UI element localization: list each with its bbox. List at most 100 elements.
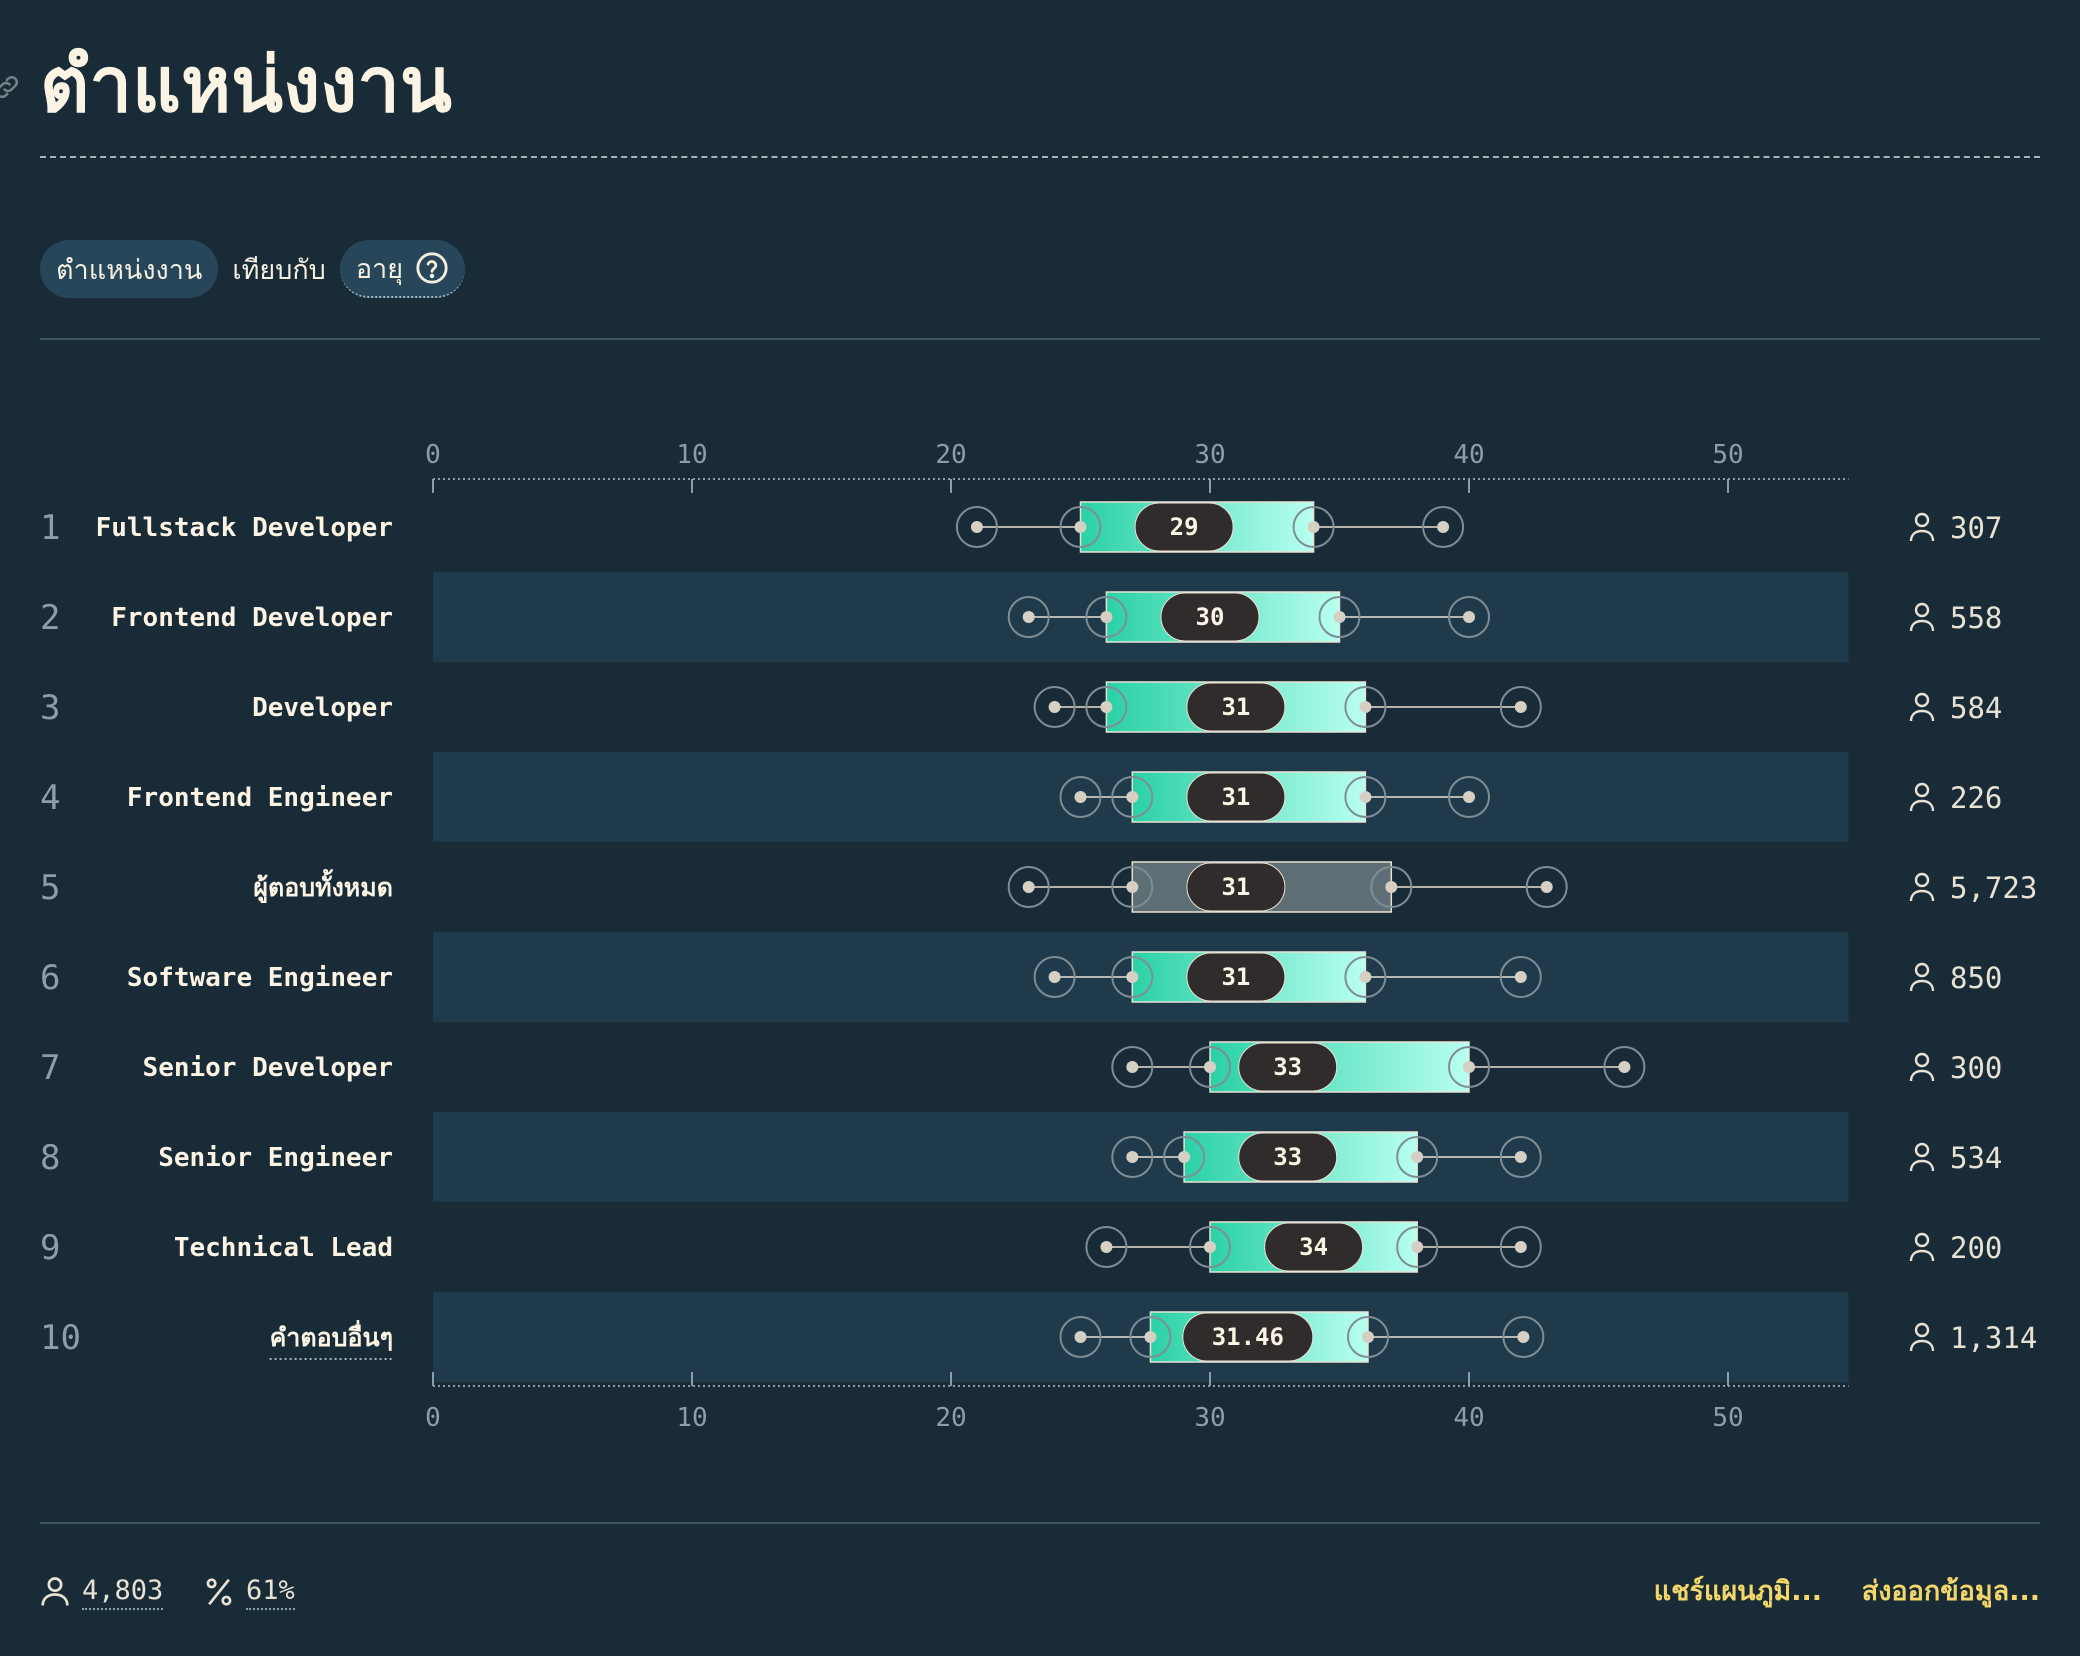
share-chart-button[interactable]: แชร์แผนภูมิ... <box>1654 1570 1822 1614</box>
user-icon <box>1909 1232 1935 1262</box>
user-icon <box>1909 872 1935 902</box>
percentile-dot-p10 <box>1048 971 1061 983</box>
export-data-button[interactable]: ส่งออกข้อมูล... <box>1862 1570 2040 1614</box>
footer-percent[interactable]: 61% <box>204 1570 295 1614</box>
x-tick-label: 40 <box>1453 1403 1484 1433</box>
header-divider <box>40 338 2040 340</box>
row-label: Developer <box>252 693 393 723</box>
percentile-dot-q1 <box>1100 701 1113 713</box>
percent-value: 61% <box>246 1575 295 1610</box>
help-icon[interactable] <box>415 251 449 285</box>
median-value: 29 <box>1170 513 1199 541</box>
percentile-dot-q3 <box>1333 611 1346 623</box>
row-count: 226 <box>1950 781 2002 815</box>
percent-icon <box>206 1578 232 1606</box>
percentile-dot-p90 <box>1514 1241 1527 1253</box>
median-value: 31 <box>1221 783 1250 811</box>
percentile-dot-q3 <box>1307 521 1320 533</box>
boxplot-chart: 0 10 20 30 40 50 0 10 20 30 40 50 1 Fullstack Develop… <box>40 440 2037 1433</box>
respondents-count: 4,803 <box>82 1575 164 1610</box>
percentile-dot-p10 <box>1074 791 1087 803</box>
row-rank: 5 <box>40 868 60 908</box>
row-label: Senior Engineer <box>158 1143 393 1173</box>
percentile-dot-p10 <box>1022 881 1035 893</box>
row-count: 200 <box>1950 1231 2002 1265</box>
row-rank: 1 <box>40 508 60 548</box>
row-count: 850 <box>1950 961 2002 995</box>
row-count: 584 <box>1950 691 2002 725</box>
row-count: 5,723 <box>1950 871 2037 905</box>
percentile-dot-q1 <box>1100 611 1113 623</box>
median-value: 31 <box>1221 693 1250 721</box>
percentile-dot-q3 <box>1385 881 1398 893</box>
row-label: Technical Lead <box>174 1233 393 1263</box>
percentile-dot-q1 <box>1126 971 1139 983</box>
row-rank: 2 <box>40 598 60 638</box>
x-tick-label: 30 <box>1194 440 1225 470</box>
percentile-dot-q1 <box>1126 881 1139 893</box>
median-value: 33 <box>1273 1143 1302 1171</box>
percentile-dot-p90 <box>1514 971 1527 983</box>
row-rank: 6 <box>40 958 60 998</box>
row-label: Frontend Engineer <box>127 783 393 813</box>
x-tick-label: 50 <box>1712 1403 1743 1433</box>
percentile-dot-q3 <box>1463 1061 1475 1073</box>
user-icon <box>41 1577 69 1606</box>
primary-variable-pill[interactable]: ตำแหน่งงาน <box>40 240 219 298</box>
percentile-dot-q1 <box>1074 521 1087 533</box>
page-title: ตำแหน่งงาน <box>40 40 452 129</box>
user-icon <box>1909 602 1935 632</box>
percentile-dot-p10 <box>970 521 983 533</box>
percentile-dot-q3 <box>1411 1241 1424 1253</box>
x-tick-label: 0 <box>425 440 441 470</box>
percentile-dot-p90 <box>1463 791 1475 803</box>
x-tick-label: 20 <box>935 440 966 470</box>
percentile-dot-p10 <box>1126 1151 1139 1163</box>
row-rank: 9 <box>40 1228 60 1268</box>
percentile-dot-q3 <box>1361 1331 1374 1343</box>
percentile-dot-q1 <box>1126 791 1139 803</box>
median-value: 31.46 <box>1212 1323 1284 1351</box>
x-tick-label: 10 <box>676 1403 707 1433</box>
user-icon <box>1909 1322 1935 1352</box>
percentile-dot-q1 <box>1204 1241 1216 1253</box>
percentile-dot-p90 <box>1517 1331 1530 1343</box>
percentile-dot-p90 <box>1437 521 1450 533</box>
row-label: คำตอบอื่นๆ <box>270 1320 393 1352</box>
median-value: 30 <box>1196 603 1225 631</box>
user-icon <box>1909 692 1935 722</box>
percentile-dot-q1 <box>1144 1331 1157 1343</box>
title-divider <box>40 156 2040 158</box>
row-label: Fullstack Developer <box>96 513 393 543</box>
x-tick-label: 30 <box>1194 1403 1225 1433</box>
percentile-dot-p10 <box>1100 1241 1113 1253</box>
filter-bar: ตำแหน่งงาน เทียบกับ อายุ <box>40 240 466 298</box>
user-icon <box>1909 782 1935 812</box>
row-label: Senior Developer <box>143 1053 393 1083</box>
x-tick-label: 0 <box>425 1403 441 1433</box>
percentile-dot-q3 <box>1359 971 1372 983</box>
row-rank: 8 <box>40 1138 60 1178</box>
percentile-dot-p10 <box>1126 1061 1139 1073</box>
versus-label: เทียบกับ <box>232 254 326 286</box>
row-label: Frontend Developer <box>111 603 393 633</box>
median-value: 34 <box>1299 1233 1328 1261</box>
percentile-dot-p90 <box>1463 611 1475 623</box>
user-icon <box>1909 1052 1935 1082</box>
row-count: 534 <box>1950 1141 2002 1175</box>
percentile-dot-q1 <box>1204 1061 1216 1073</box>
secondary-variable-pill[interactable]: อายุ <box>339 240 466 298</box>
percentile-dot-q3 <box>1359 791 1372 803</box>
row-label: Software Engineer <box>127 963 393 993</box>
user-icon <box>1909 1142 1935 1172</box>
row-rank: 4 <box>40 778 60 818</box>
primary-variable-label: ตำแหน่งงาน <box>56 254 203 286</box>
row-count: 558 <box>1950 601 2002 635</box>
percentile-dot-q3 <box>1411 1151 1424 1163</box>
secondary-variable-label: อายุ <box>355 253 404 285</box>
median-value: 31 <box>1221 963 1250 991</box>
footer-respondents[interactable]: 4,803 <box>40 1570 164 1614</box>
anchor-link-icon[interactable] <box>0 72 22 102</box>
percentile-dot-p90 <box>1514 701 1527 713</box>
median-value: 31 <box>1221 873 1250 901</box>
